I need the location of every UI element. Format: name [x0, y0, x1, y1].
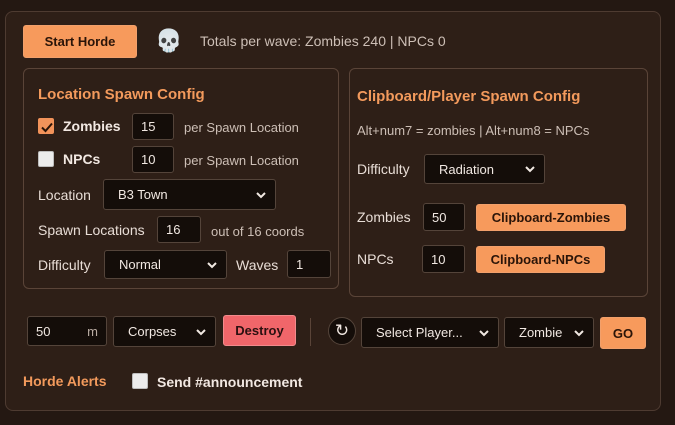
- difficulty-select-value: Normal: [119, 257, 161, 272]
- spawn-locations-label: Spawn Locations: [38, 222, 145, 238]
- send-announcement-label: Send #announcement: [157, 374, 303, 390]
- clipboard-difficulty-select[interactable]: Radiation: [424, 154, 545, 184]
- chevron-down-icon: [207, 261, 217, 268]
- destroy-button[interactable]: Destroy: [223, 315, 296, 346]
- destroy-radius-value: 50: [36, 323, 51, 339]
- zombies-suffix: per Spawn Location: [184, 120, 299, 135]
- clipboard-difficulty-label: Difficulty: [357, 161, 410, 177]
- destroy-type-value: Corpses: [128, 324, 177, 339]
- clipboard-config-title: Clipboard/Player Spawn Config: [357, 88, 581, 105]
- spawn-kind-value: Zombie: [519, 325, 563, 340]
- chevron-down-icon: [479, 329, 489, 336]
- clipboard-zombies-label: Zombies: [357, 209, 411, 225]
- clipboard-zombies-button[interactable]: Clipboard-Zombies: [476, 204, 626, 231]
- spawn-locations-input[interactable]: 16: [157, 216, 201, 243]
- zombies-count-input[interactable]: 15: [132, 113, 174, 140]
- zombies-label: Zombies: [63, 118, 121, 134]
- destroy-radius-input[interactable]: 50 m: [27, 316, 107, 346]
- spawn-kind-select[interactable]: Zombie: [504, 317, 594, 348]
- location-label: Location: [38, 187, 91, 203]
- chevron-down-icon: [574, 329, 584, 336]
- npcs-suffix: per Spawn Location: [184, 153, 299, 168]
- destroy-radius-unit: m: [87, 323, 98, 339]
- player-select[interactable]: Select Player...: [361, 317, 499, 348]
- send-announcement-checkbox[interactable]: [132, 373, 148, 389]
- destroy-type-select[interactable]: Corpses: [113, 316, 216, 347]
- chevron-down-icon: [196, 328, 206, 335]
- check-icon: [41, 122, 53, 133]
- location-select[interactable]: B3 Town: [103, 179, 276, 210]
- clipboard-zombies-input[interactable]: 50: [423, 203, 465, 231]
- divider: [310, 318, 311, 346]
- clipboard-npcs-input[interactable]: 10: [422, 245, 465, 273]
- zombies-checkbox[interactable]: [38, 118, 54, 134]
- npcs-count-input[interactable]: 10: [132, 146, 174, 173]
- clipboard-difficulty-value: Radiation: [439, 161, 494, 177]
- chevron-down-icon: [525, 166, 535, 173]
- totals-text: Totals per wave: Zombies 240 | NPCs 0: [200, 33, 446, 49]
- waves-label: Waves: [236, 257, 279, 273]
- npcs-label: NPCs: [63, 151, 101, 167]
- spawn-locations-suffix: out of 16 coords: [211, 224, 305, 239]
- difficulty-label: Difficulty: [38, 257, 91, 273]
- clipboard-npcs-label: NPCs: [357, 251, 394, 267]
- waves-input[interactable]: 1: [287, 250, 331, 278]
- start-horde-button[interactable]: Start Horde: [23, 25, 137, 58]
- player-select-value: Select Player...: [376, 325, 463, 340]
- location-config-title: Location Spawn Config: [38, 86, 205, 103]
- skull-icon: 💀: [155, 28, 183, 53]
- npcs-checkbox[interactable]: [38, 151, 54, 167]
- clipboard-hint: Alt+num7 = zombies | Alt+num8 = NPCs: [357, 123, 590, 138]
- chevron-down-icon: [256, 191, 266, 198]
- clipboard-npcs-button[interactable]: Clipboard-NPCs: [476, 246, 605, 273]
- refresh-icon[interactable]: ↻: [328, 317, 356, 345]
- difficulty-select[interactable]: Normal: [104, 250, 227, 279]
- go-button[interactable]: GO: [600, 317, 646, 349]
- horde-alerts-title: Horde Alerts: [23, 373, 107, 389]
- location-select-value: B3 Town: [118, 187, 168, 202]
